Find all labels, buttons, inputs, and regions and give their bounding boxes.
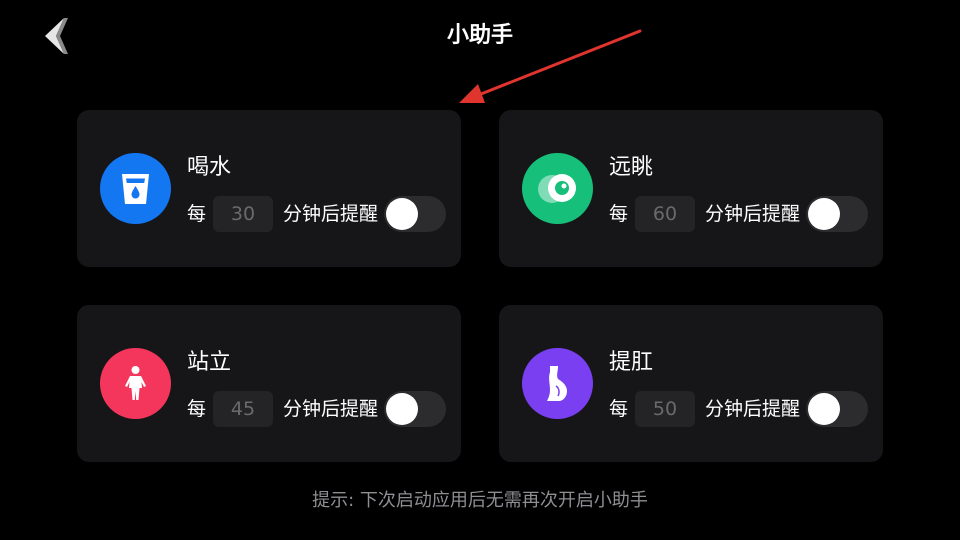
- eye-icon: [538, 174, 576, 203]
- interval-prefix: 每: [609, 203, 629, 225]
- toggle-knob: [386, 198, 418, 230]
- interval-prefix: 每: [187, 203, 207, 225]
- assistant-page: 小助手 喝水 每 分钟后提醒: [0, 0, 960, 540]
- toggle-eye[interactable]: [806, 196, 868, 232]
- toggle-knob: [808, 198, 840, 230]
- footer-hint: 提示: 下次启动应用后无需再次开启小助手: [312, 490, 648, 511]
- reminder-interval-row: 每 分钟后提醒: [609, 196, 800, 232]
- page-title: 小助手: [446, 23, 513, 48]
- reminder-title: 提肛: [609, 350, 654, 375]
- minutes-input-kegel[interactable]: [635, 391, 696, 427]
- reminder-title: 远眺: [609, 155, 654, 180]
- person-standing-icon: [125, 366, 146, 400]
- water-icon-circle: [100, 153, 171, 224]
- reminder-card-water: 喝水 每 分钟后提醒: [77, 110, 461, 267]
- toggle-knob: [386, 393, 418, 425]
- kegel-icon-circle: [522, 348, 593, 419]
- interval-prefix: 每: [187, 398, 207, 420]
- interval-suffix: 分钟后提醒: [705, 398, 801, 420]
- minutes-input-water[interactable]: [213, 196, 274, 232]
- interval-prefix: 每: [609, 398, 629, 420]
- toggle-stand[interactable]: [384, 391, 446, 427]
- minutes-input-stand[interactable]: [213, 391, 274, 427]
- eye-icon-circle: [522, 153, 593, 224]
- toggle-kegel[interactable]: [806, 391, 868, 427]
- reminder-interval-row: 每 分钟后提醒: [187, 391, 378, 427]
- interval-suffix: 分钟后提醒: [705, 203, 801, 225]
- reminder-title: 喝水: [187, 155, 232, 180]
- reminder-interval-row: 每 分钟后提醒: [187, 196, 378, 232]
- minutes-input-eye[interactable]: [635, 196, 696, 232]
- reminder-card-kegel: 提肛 每 分钟后提醒: [499, 305, 883, 462]
- reminder-title: 站立: [187, 350, 232, 375]
- reminder-card-eye: 远眺 每 分钟后提醒: [499, 110, 883, 267]
- stand-icon-circle: [100, 348, 171, 419]
- body-silhouette-icon: [547, 366, 567, 401]
- water-cup-icon: [122, 174, 149, 204]
- reminder-interval-row: 每 分钟后提醒: [609, 391, 800, 427]
- reminder-card-stand: 站立 每 分钟后提醒: [77, 305, 461, 462]
- interval-suffix: 分钟后提醒: [283, 398, 379, 420]
- toggle-knob: [808, 393, 840, 425]
- interval-suffix: 分钟后提醒: [283, 203, 379, 225]
- annotation-arrow-icon: [459, 29, 642, 103]
- toggle-water[interactable]: [384, 196, 446, 232]
